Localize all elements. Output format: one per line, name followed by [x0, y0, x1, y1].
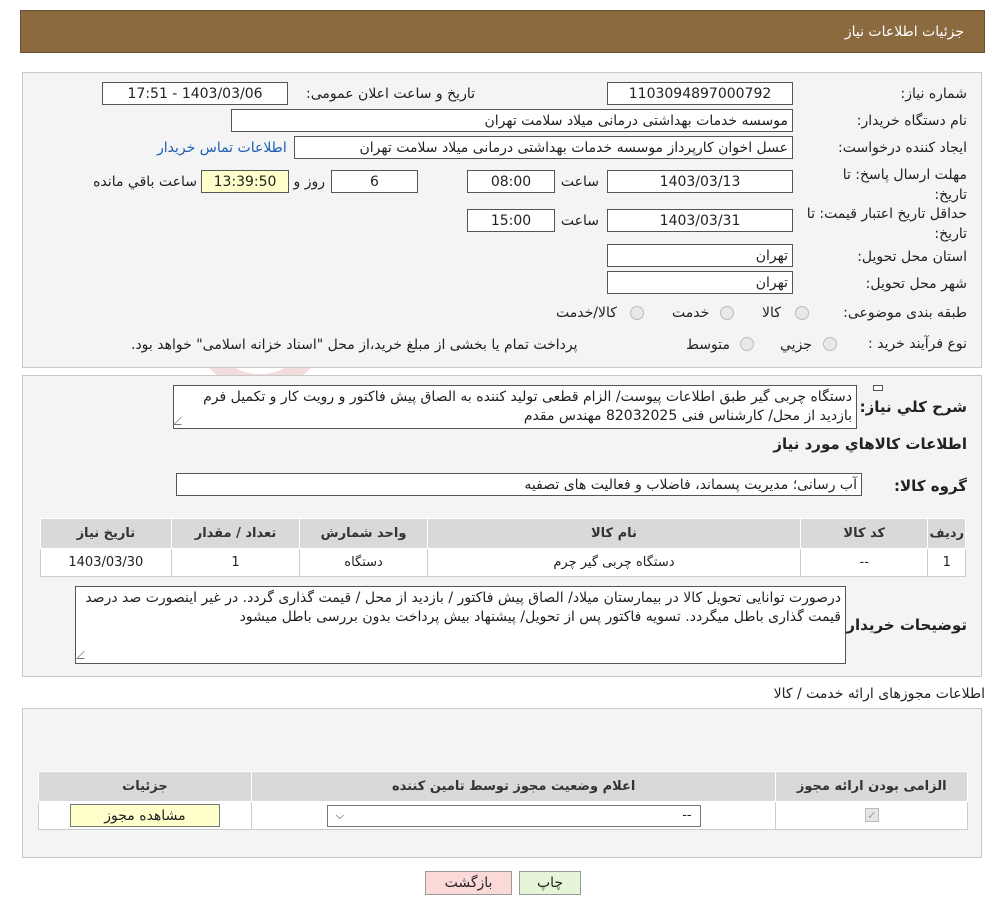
- province-field: تهران: [607, 244, 793, 267]
- goods-group-label: گروه کالا:: [894, 477, 967, 495]
- col-date: تاریخ نیاز: [40, 518, 172, 549]
- col-name: نام کالا: [426, 518, 802, 549]
- radio-small[interactable]: [823, 337, 837, 351]
- col-permit-details: جزئیات: [38, 771, 252, 802]
- buyer-notes-label: توضیحات خریدار:: [840, 616, 967, 634]
- validity-date-field: 1403/03/31: [607, 209, 793, 232]
- print-button[interactable]: چاپ: [519, 871, 581, 895]
- radio-service-label: خدمت: [672, 305, 710, 321]
- goods-table: ردیف کد کالا نام کالا واحد شمارش تعداد /…: [40, 518, 966, 577]
- remaining-time-label: ساعت باقي مانده: [93, 174, 197, 190]
- validity-time-field: 15:00: [467, 209, 555, 232]
- permit-required-checkbox[interactable]: ✓: [864, 808, 879, 822]
- reply-date-field: 1403/03/13: [607, 170, 793, 193]
- reply-time-label: ساعت: [560, 174, 599, 190]
- page-header: جزئیات اطلاعات نیاز: [20, 10, 985, 53]
- validity-label: حداقل تاریخ اعتبار قیمت: تا تاریخ:: [806, 206, 967, 242]
- table-row: 1 -- دستگاه چربی گیر چرم دستگاه 1 1403/0…: [40, 548, 966, 577]
- process-note: پرداخت تمام یا بخشی از مبلغ خرید،از محل …: [131, 337, 578, 353]
- creator-field: عسل اخوان کارپرداز موسسه خدمات بهداشتی د…: [294, 136, 793, 159]
- cell-permit-details: مشاهده مجوز: [38, 801, 252, 830]
- need-number-label: شماره نیاز:: [900, 86, 968, 102]
- permit-status-select[interactable]: ⌵ --: [326, 804, 701, 827]
- goods-table-header: ردیف کد کالا نام کالا واحد شمارش تعداد /…: [40, 518, 966, 549]
- radio-goods-service-label: کالا/خدمت: [556, 305, 617, 321]
- cell-date: 1403/03/30: [40, 548, 172, 577]
- view-permit-button[interactable]: مشاهده مجوز: [69, 804, 220, 827]
- buyer-contact-link[interactable]: اطلاعات تماس خریدار: [157, 140, 287, 156]
- col-permit-required: الزامی بودن ارائه مجوز: [775, 771, 968, 802]
- remaining-time-field: 13:39:50: [201, 170, 289, 193]
- radio-medium[interactable]: [740, 337, 754, 351]
- cell-unit: دستگاه: [299, 548, 428, 577]
- col-code: کد کالا: [800, 518, 929, 549]
- col-row: ردیف: [927, 518, 966, 549]
- cell-qty: 1: [170, 548, 301, 577]
- province-label: استان محل تحویل:: [857, 249, 967, 265]
- process-label: نوع فرآیند خرید :: [868, 336, 967, 352]
- days-field: 6: [331, 170, 418, 193]
- buyer-org-field: موسسه خدمات بهداشتی درمانی میلاد سلامت ت…: [231, 109, 793, 132]
- description-box[interactable]: دستگاه چربی گیر طبق اطلاعات پیوست/ الزام…: [173, 385, 857, 429]
- reply-time-field: 08:00: [467, 170, 555, 193]
- cell-code: --: [800, 548, 929, 577]
- announce-label: تاریخ و ساعت اعلان عمومی:: [306, 86, 475, 102]
- permits-table-header: الزامی بودن ارائه مجوز اعلام وضعیت مجوز …: [38, 771, 968, 802]
- permit-status-value: --: [682, 808, 692, 823]
- buyer-org-label: نام دستگاه خریدار:: [856, 113, 967, 129]
- radio-small-label: جزیي: [780, 337, 812, 353]
- validity-time-label: ساعت: [560, 213, 599, 229]
- page-title: جزئیات اطلاعات نیاز: [844, 23, 964, 40]
- cell-name: دستگاه چربی گیر چرم: [426, 548, 802, 577]
- creator-label: ایجاد کننده درخواست:: [838, 140, 967, 156]
- radio-goods-label: کالا: [762, 305, 781, 321]
- col-unit: واحد شمارش: [299, 518, 428, 549]
- goods-section-title: اطلاعات کالاهاي مورد نياز: [773, 435, 967, 453]
- radio-goods[interactable]: [795, 306, 809, 320]
- permits-section-title: اطلاعات مجوزهای ارائه خدمت / کالا: [773, 686, 985, 702]
- announce-field: 1403/03/06 - 17:51: [102, 82, 288, 105]
- description-label: شرح کلي نياز:: [859, 398, 967, 416]
- city-label: شهر محل تحویل:: [865, 276, 967, 292]
- buyer-notes-box[interactable]: درصورت توانایی تحویل کالا در بیمارستان م…: [75, 586, 846, 664]
- reply-deadline-label: مهلت ارسال پاسخ: تا تاریخ:: [842, 167, 967, 203]
- city-field: تهران: [607, 271, 793, 294]
- col-qty: تعداد / مقدار: [170, 518, 301, 549]
- radio-service[interactable]: [720, 306, 734, 320]
- cell-permit-status: ⌵ --: [250, 801, 777, 830]
- description-textarea: [873, 385, 883, 391]
- goods-group-field: آب رسانی؛ مدیریت پسماند، فاضلاب و فعالیت…: [176, 473, 862, 496]
- permits-table: الزامی بودن ارائه مجوز اعلام وضعیت مجوز …: [38, 771, 968, 830]
- radio-goods-service[interactable]: [630, 306, 644, 320]
- need-number-field: 1103094897000792: [607, 82, 793, 105]
- cell-row: 1: [927, 548, 966, 577]
- days-label: روز و: [293, 174, 326, 190]
- chevron-down-icon: ⌵: [335, 808, 344, 822]
- col-permit-status: اعلام وضعیت مجوز توسط تامین کننده: [250, 771, 777, 802]
- cell-permit-required: ✓: [775, 801, 968, 830]
- back-button[interactable]: بازگشت: [425, 871, 512, 895]
- radio-medium-label: متوسط: [686, 337, 730, 353]
- category-label: طبقه بندی موضوعی:: [843, 305, 967, 321]
- table-row: ✓ ⌵ -- مشاهده مجوز: [38, 801, 968, 830]
